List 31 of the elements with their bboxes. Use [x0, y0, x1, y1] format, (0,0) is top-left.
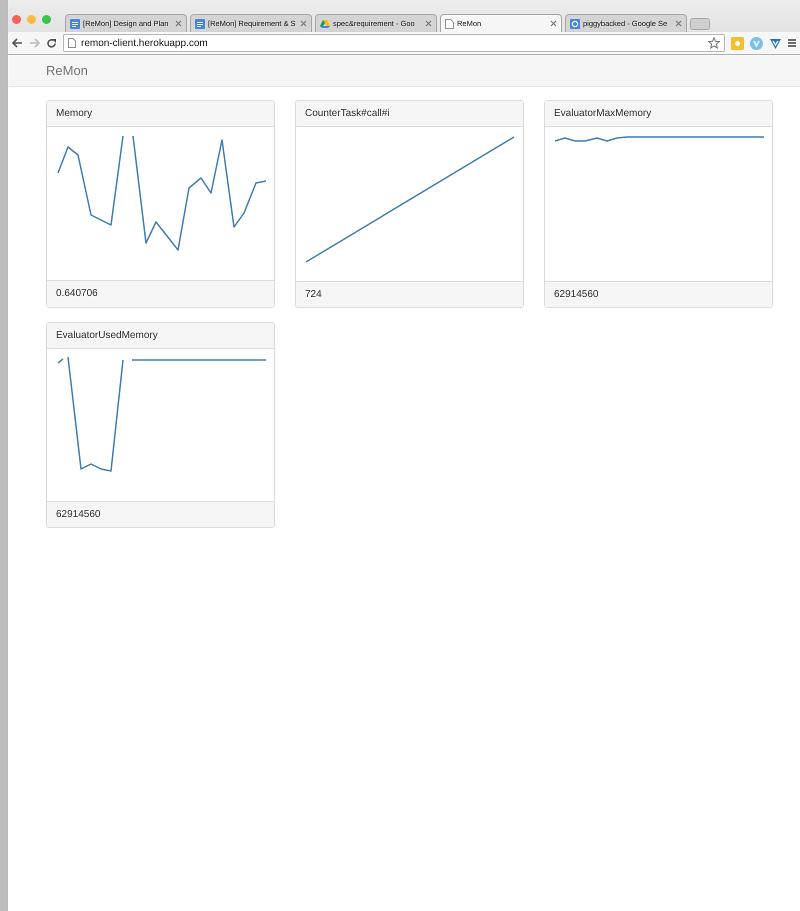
- card-title: EvaluatorMaxMemory: [545, 101, 772, 127]
- card-value: 62914560: [545, 281, 772, 307]
- page-icon: [445, 18, 454, 28]
- close-icon[interactable]: [425, 20, 432, 27]
- close-button[interactable]: [12, 15, 21, 24]
- forward-icon[interactable]: [29, 38, 40, 48]
- extension-icon[interactable]: [769, 36, 782, 50]
- card-value: 0.640706: [47, 280, 274, 306]
- document-icon: [195, 18, 205, 28]
- extension-icon[interactable]: [750, 36, 763, 50]
- back-icon[interactable]: [12, 38, 23, 48]
- new-tab-button[interactable]: [690, 18, 710, 30]
- card-value: 62914560: [47, 501, 274, 527]
- close-icon[interactable]: [550, 20, 557, 27]
- card-value: 724: [296, 281, 523, 307]
- close-icon[interactable]: [300, 20, 307, 27]
- document-icon: [70, 18, 80, 28]
- card-title: Memory: [47, 101, 274, 127]
- zoom-button[interactable]: [42, 15, 51, 24]
- card-title: EvaluatorUsedMemory: [47, 323, 274, 349]
- triangle-icon: [320, 18, 330, 28]
- page-icon: [68, 38, 76, 48]
- address-bar[interactable]: remon-client.herokuapp.com: [63, 34, 725, 52]
- close-icon[interactable]: [175, 20, 182, 27]
- close-icon[interactable]: [675, 20, 682, 27]
- card-title: CounterTask#call#i: [296, 101, 523, 127]
- g-icon: [570, 18, 580, 28]
- star-icon[interactable]: [708, 37, 720, 49]
- reload-icon[interactable]: [46, 38, 57, 48]
- menu-icon[interactable]: [788, 38, 796, 48]
- brand-title[interactable]: ReMon: [46, 63, 88, 78]
